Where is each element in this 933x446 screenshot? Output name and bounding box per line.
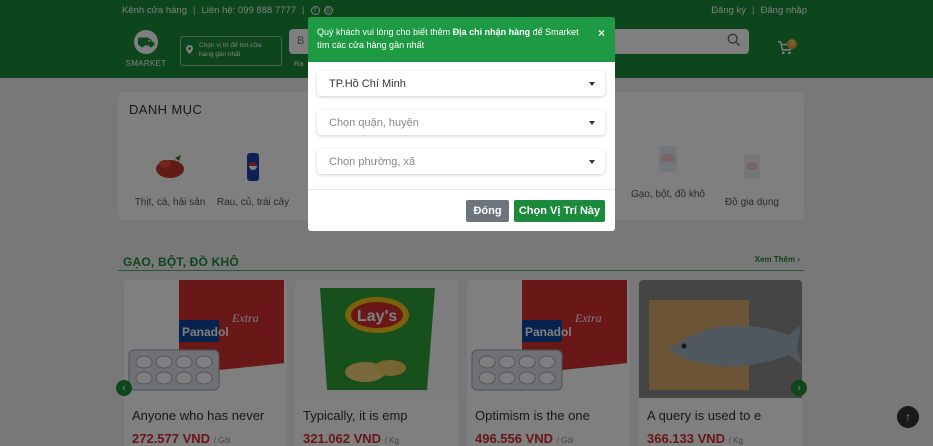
city-select[interactable]: TP.Hồ Chí Minh [317, 71, 605, 96]
ward-select[interactable]: Chọn phường, xã [317, 149, 605, 174]
ward-select-placeholder: Chọn phường, xã [329, 156, 416, 168]
close-button[interactable]: Đóng [466, 200, 509, 222]
chevron-down-icon [589, 160, 595, 164]
city-select-value: TP.Hồ Chí Minh [329, 78, 406, 90]
chevron-down-icon [589, 82, 595, 86]
modal-header: Quý khách vui lòng cho biết thêm Địa chỉ… [308, 17, 615, 62]
choose-location-button[interactable]: Chọn Vị Trí Này [514, 200, 605, 222]
modal-message-prefix: Quý khách vui lòng cho biết thêm [317, 27, 453, 37]
district-select-placeholder: Chọn quận, huyện [329, 117, 419, 129]
district-select[interactable]: Chọn quận, huyện [317, 110, 605, 135]
modal-message-bold: Địa chỉ nhận hàng [452, 27, 531, 37]
close-icon[interactable]: × [598, 27, 605, 40]
chevron-down-icon [589, 121, 595, 125]
location-modal: Quý khách vui lòng cho biết thêm Địa chỉ… [308, 17, 615, 231]
